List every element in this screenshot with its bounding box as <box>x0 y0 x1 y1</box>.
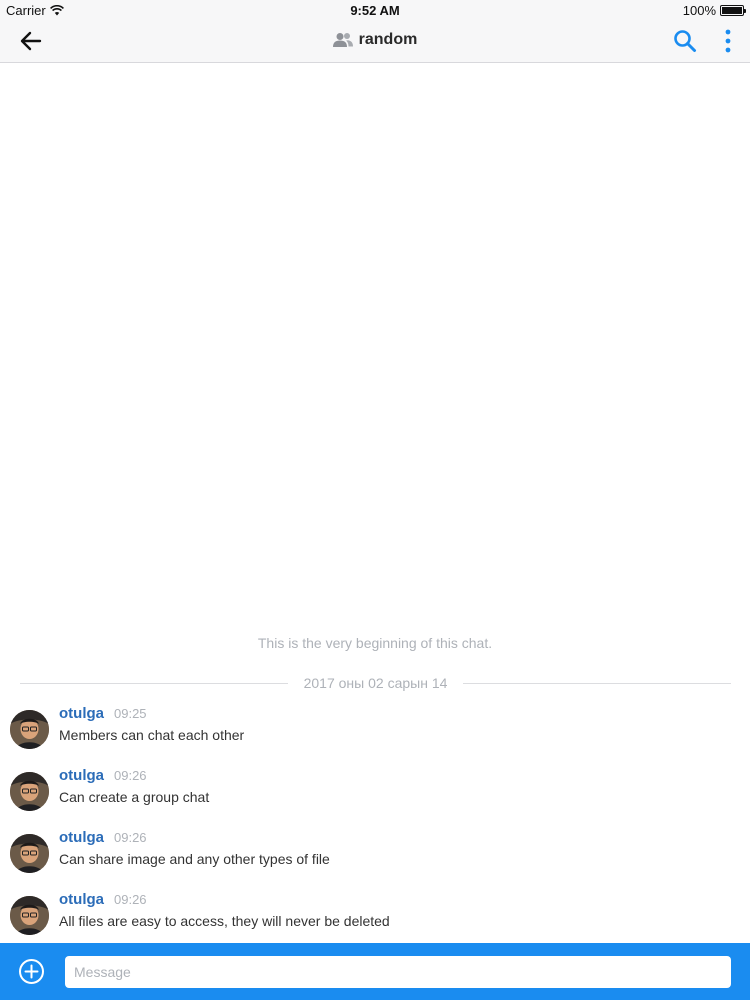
nav-bar: random <box>0 20 750 63</box>
message-item[interactable]: otulga 09:25 Members can chat each other <box>10 705 730 757</box>
message-header: otulga 09:26 <box>59 767 147 784</box>
message-header: otulga 09:25 <box>59 705 147 722</box>
message-time: 09:26 <box>114 768 147 783</box>
status-bar: Carrier 9:52 AM 100% <box>0 0 750 20</box>
date-separator-label: 2017 оны 02 сарын 14 <box>303 675 448 691</box>
message-time: 09:26 <box>114 830 147 845</box>
user-photo-icon <box>10 772 49 811</box>
message-input[interactable] <box>65 956 731 988</box>
status-time: 9:52 AM <box>350 3 400 18</box>
username[interactable]: otulga <box>59 891 104 908</box>
more-vertical-icon <box>725 29 731 53</box>
avatar[interactable] <box>10 896 49 935</box>
avatar[interactable] <box>10 772 49 811</box>
add-attachment-button[interactable] <box>18 958 45 985</box>
message-header: otulga 09:26 <box>59 891 147 908</box>
message-text: Can create a group chat <box>59 789 210 805</box>
battery-level <box>722 7 742 14</box>
date-separator-line <box>20 682 288 684</box>
avatar[interactable] <box>10 710 49 749</box>
message-composer <box>0 943 750 1000</box>
message-text: Can share image and any other types of f… <box>59 851 330 867</box>
search-icon <box>674 30 696 52</box>
message-item[interactable]: otulga 09:26 Can share image and any oth… <box>10 829 730 881</box>
channel-name: random <box>358 31 418 48</box>
search-button[interactable] <box>672 28 698 54</box>
user-photo-icon <box>10 834 49 873</box>
message-item[interactable]: otulga 09:26 Can create a group chat <box>10 767 730 819</box>
chat-beginning-note: This is the very beginning of this chat. <box>257 635 493 651</box>
status-right: 100% <box>682 3 746 18</box>
date-separator: 2017 оны 02 сарын 14 <box>20 675 732 691</box>
username[interactable]: otulga <box>59 829 104 846</box>
battery-icon <box>720 5 746 16</box>
message-text: Members can chat each other <box>59 727 245 743</box>
group-icon <box>332 33 353 47</box>
avatar[interactable] <box>10 834 49 873</box>
plus-circle-icon <box>19 959 44 984</box>
message-item[interactable]: otulga 09:26 All files are easy to acces… <box>10 891 730 943</box>
message-time: 09:25 <box>114 706 147 721</box>
channel-title[interactable]: random <box>0 31 750 49</box>
username[interactable]: otulga <box>59 705 104 722</box>
user-photo-icon <box>10 710 49 749</box>
message-text: All files are easy to access, they will … <box>59 913 390 929</box>
user-photo-icon <box>10 896 49 935</box>
more-button[interactable] <box>720 28 736 54</box>
battery-percent: 100% <box>682 3 716 18</box>
message-time: 09:26 <box>114 892 147 907</box>
message-header: otulga 09:26 <box>59 829 147 846</box>
username[interactable]: otulga <box>59 767 104 784</box>
chat-area[interactable]: This is the very beginning of this chat.… <box>0 64 750 943</box>
date-separator-line <box>463 682 732 684</box>
